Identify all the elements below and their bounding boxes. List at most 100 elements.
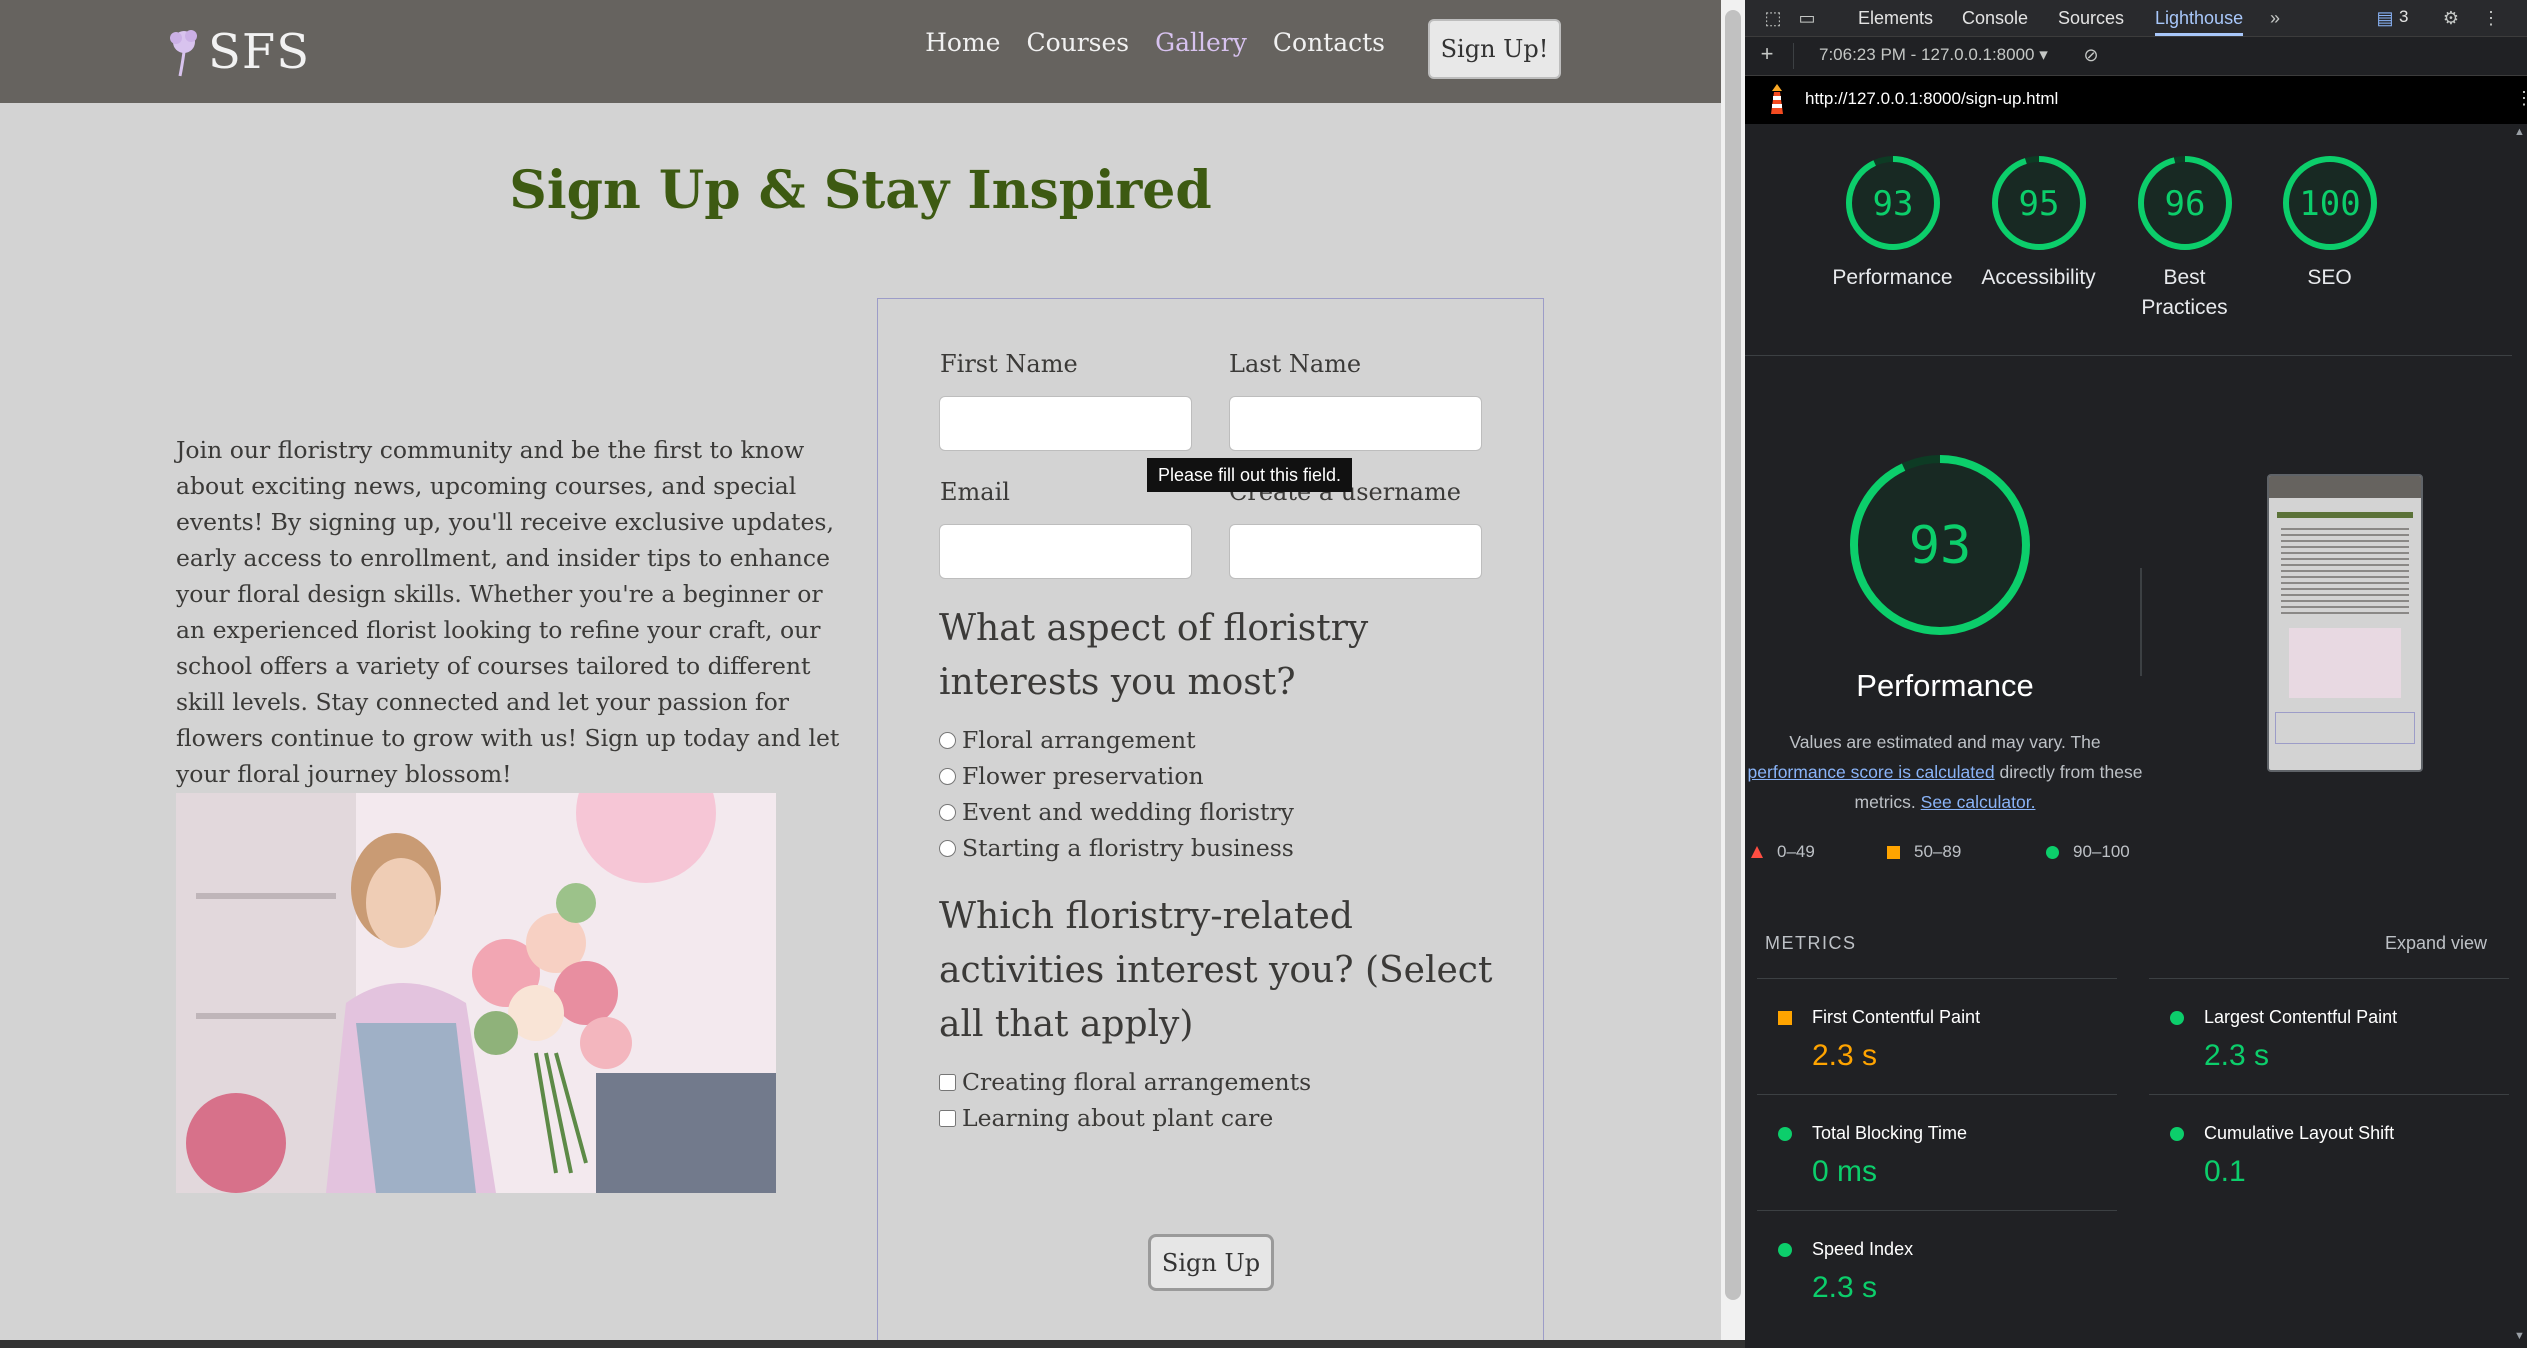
toolbar-divider (1793, 43, 1794, 69)
device-toolbar-icon[interactable]: ▭ (1795, 6, 1819, 30)
radio-button[interactable] (939, 767, 956, 785)
gauge-best-practices-ring: 96 (2137, 156, 2232, 250)
settings-gear-icon[interactable]: ⚙ (2439, 6, 2463, 30)
section-divider (1745, 355, 2527, 356)
tab-console[interactable]: Console (1962, 0, 2028, 36)
thumbnail-separator (2140, 568, 2142, 676)
metrics-heading: METRICS (1765, 933, 1857, 953)
report-selector-label: 7:06:23 PM - 127.0.0.1:8000 (1819, 45, 2035, 64)
site-header: SFS Home Courses Gallery Contacts Sign U… (0, 0, 1721, 103)
metric-name: Largest Contentful Paint (2204, 1007, 2398, 1027)
issues-count[interactable]: 3 (2399, 7, 2408, 27)
q1-option[interactable]: Starting a floristry business (939, 834, 1294, 862)
intro-paragraph: Join our floristry community and be the … (176, 436, 840, 788)
performance-gauge[interactable]: 93 (1845, 450, 2045, 645)
gauge-seo[interactable]: 100 SEO (2257, 153, 2402, 293)
page-scrollbar[interactable] (1721, 0, 1745, 1348)
page-screenshot-thumbnail[interactable] (2267, 474, 2423, 772)
nav-courses[interactable]: Courses (1026, 28, 1129, 57)
username-input[interactable] (1229, 524, 1482, 579)
see-calculator-link[interactable]: See calculator. (1921, 792, 2036, 812)
q2-option-label: Learning about plant care (962, 1104, 1274, 1132)
gauge-label: Performance (1832, 266, 1953, 289)
url-bar-menu-icon[interactable]: ⋮ (2515, 88, 2527, 109)
thumb-text (2281, 528, 2409, 618)
radio-button[interactable] (939, 803, 956, 821)
q1-option-label: Floral arrangement (962, 726, 1196, 754)
devtools-panel: ⬚ ▭ Elements Console Sources Lighthouse … (1745, 0, 2527, 1348)
q1-option[interactable]: Event and wedding floristry (939, 798, 1294, 826)
legend-average-label: 50–89 (1914, 842, 1962, 861)
scroll-down-arrow-icon[interactable]: ▼ (2514, 1330, 2525, 1342)
metric-total-blocking-time: Total Blocking Time 0 ms (1757, 1094, 2117, 1210)
expand-view-toggle[interactable]: Expand view (2385, 933, 2487, 954)
thumb-image (2289, 628, 2401, 698)
q1-option-label: Event and wedding floristry (962, 798, 1294, 826)
pass-circle-icon (2046, 845, 2059, 859)
tab-lighthouse[interactable]: Lighthouse (2155, 0, 2244, 36)
tab-sources[interactable]: Sources (2058, 0, 2124, 36)
average-square-icon (1778, 1011, 1792, 1025)
first-name-input[interactable] (939, 396, 1192, 451)
q1-option-label: Starting a floristry business (962, 834, 1294, 862)
main-nav: Home Courses Gallery Contacts (925, 28, 1385, 57)
performance-title: Performance (1856, 668, 2034, 703)
lighthouse-logo-icon (1771, 84, 1783, 114)
bottom-strip (0, 1340, 1745, 1348)
clear-all-icon[interactable]: ⊘ (2079, 43, 2103, 67)
logo[interactable]: SFS (164, 22, 310, 82)
nav-contacts[interactable]: Contacts (1273, 28, 1385, 57)
radio-button[interactable] (939, 839, 956, 857)
scroll-up-arrow-icon[interactable]: ▲ (2514, 126, 2525, 138)
gauge-label: Best Practices (2141, 266, 2228, 319)
pass-circle-icon (2170, 1011, 2184, 1025)
email-label: Email (940, 478, 1010, 506)
new-report-plus-icon[interactable]: + (1755, 42, 1779, 66)
metric-value: 0 ms (1812, 1155, 1878, 1188)
more-tabs-icon[interactable]: » (2263, 6, 2287, 30)
thumb-header (2269, 476, 2421, 498)
metric-value: 0.1 (2204, 1155, 2246, 1188)
email-input[interactable] (939, 524, 1192, 579)
header-signup-button[interactable]: Sign Up! (1428, 19, 1561, 79)
gauge-performance-value: 93 (1872, 184, 1913, 224)
validation-tooltip: Please fill out this field. (1147, 458, 1352, 492)
dropdown-arrow-icon: ▾ (2039, 45, 2048, 64)
score-calculated-link[interactable]: performance score is calculated (1748, 762, 1995, 782)
gauge-seo-value: 100 (2299, 184, 2360, 224)
first-name-label: First Name (940, 350, 1078, 378)
thumb-title (2277, 512, 2413, 518)
checkbox[interactable] (939, 1109, 956, 1127)
radio-button[interactable] (939, 731, 956, 749)
form-submit-button[interactable]: Sign Up (1148, 1234, 1274, 1291)
inspect-element-icon[interactable]: ⬚ (1761, 6, 1785, 30)
tab-elements[interactable]: Elements (1858, 0, 1933, 36)
checkbox[interactable] (939, 1073, 956, 1091)
desc-text-1: Values are estimated and may vary. The (1789, 732, 2101, 752)
report-url[interactable]: http://127.0.0.1:8000/sign-up.html (1805, 89, 2058, 109)
gauge-performance-ring: 93 (1845, 156, 1940, 250)
q2-option[interactable]: Learning about plant care (939, 1104, 1273, 1132)
q1-option[interactable]: Floral arrangement (939, 726, 1196, 754)
logo-text: SFS (208, 24, 311, 80)
metric-value: 2.3 s (2204, 1039, 2270, 1072)
nav-gallery[interactable]: Gallery (1155, 28, 1247, 57)
issues-icon[interactable]: ▤ (2373, 6, 2397, 30)
gauge-accessibility[interactable]: 95 Accessibility (1966, 153, 2111, 293)
gauge-label: Accessibility (1981, 266, 2096, 289)
gauge-best-practices[interactable]: 96 Best Practices (2112, 153, 2257, 323)
scrollbar-thumb[interactable] (1725, 10, 1741, 1300)
report-selector[interactable]: 7:06:23 PM - 127.0.0.1:8000 ▾ (1819, 45, 2048, 65)
metric-largest-contentful-paint: Largest Contentful Paint 2.3 s (2149, 978, 2509, 1094)
metric-value: 2.3 s (1812, 1271, 1878, 1304)
gauge-performance[interactable]: 93 Performance (1820, 153, 1965, 293)
metric-speed-index: Speed Index 2.3 s (1757, 1210, 2117, 1326)
last-name-input[interactable] (1229, 396, 1482, 451)
more-options-icon[interactable]: ⋮ (2479, 6, 2503, 30)
nav-home[interactable]: Home (925, 28, 1000, 57)
q1-option[interactable]: Flower preservation (939, 762, 1204, 790)
performance-description: Values are estimated and may vary. The p… (1745, 727, 2145, 817)
q2-option[interactable]: Creating floral arrangements (939, 1068, 1311, 1096)
devtools-scrollbar[interactable]: ▲ ▼ (2512, 124, 2527, 1348)
q2-option-label: Creating floral arrangements (962, 1068, 1312, 1096)
